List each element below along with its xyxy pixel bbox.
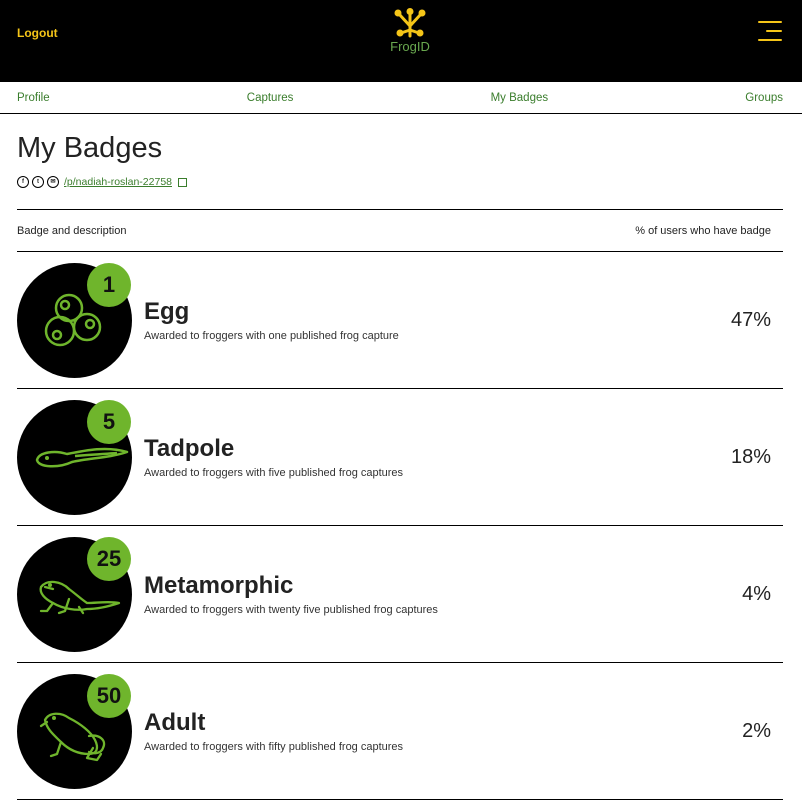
badge-description: Awarded to froggers with fifty published… xyxy=(144,741,404,753)
badge-name: Adult xyxy=(144,709,206,736)
nav-captures[interactable]: Captures xyxy=(247,92,294,104)
menu-icon[interactable] xyxy=(758,21,782,48)
badge-percent: 4% xyxy=(742,582,771,605)
top-bar: Logout FrogID xyxy=(0,0,802,82)
badge-description: Awarded to froggers with one published f… xyxy=(144,330,399,342)
badge-percent: 2% xyxy=(742,719,771,742)
logo-text: FrogID xyxy=(390,39,430,54)
badge-name: Tadpole xyxy=(144,435,235,462)
badge-egg: 1 xyxy=(17,262,132,378)
badge-metamorphic: 25 xyxy=(17,536,132,652)
nav-my-badges[interactable]: My Badges xyxy=(491,92,549,104)
nav-profile[interactable]: Profile xyxy=(17,92,50,104)
frogid-logo[interactable]: FrogID xyxy=(380,8,440,54)
badge-name: Metamorphic xyxy=(144,572,294,599)
badge-description: Awarded to froggers with five published … xyxy=(144,467,404,479)
badge-row: 50 Adult Awarded to froggers with fifty … xyxy=(17,663,783,800)
col-badge-header: Badge and description xyxy=(17,224,127,237)
badge-row: 25 Metamorphic Awarded to froggers with … xyxy=(17,526,783,663)
badge-count: 5 xyxy=(87,399,131,444)
badges-table-header: Badge and description % of users who hav… xyxy=(17,209,783,252)
main-content: My Badges f t ✉ /p/nadiah-roslan-22758 B… xyxy=(0,132,802,800)
profile-share-link[interactable]: /p/nadiah-roslan-22758 xyxy=(64,176,172,188)
badge-adult: 50 xyxy=(17,673,132,789)
badge-row: 5 Tadpole Awarded to froggers with five … xyxy=(17,389,783,526)
badge-description: Awarded to froggers with twenty five pub… xyxy=(144,604,438,616)
twitter-icon[interactable]: t xyxy=(32,176,44,188)
frog-foot-logo-icon xyxy=(394,8,426,38)
badge-count: 1 xyxy=(87,262,131,307)
badge-row: 1 Egg Awarded to froggers with one publi… xyxy=(17,252,783,389)
badge-tadpole: 5 xyxy=(17,399,132,515)
badge-percent: 18% xyxy=(730,445,771,468)
facebook-icon[interactable]: f xyxy=(17,176,29,188)
col-percent-header: % of users who have badge xyxy=(635,224,771,237)
badge-count: 25 xyxy=(87,536,131,581)
badge-count: 50 xyxy=(87,673,131,718)
sub-navigation: Profile Captures My Badges Groups xyxy=(0,82,802,114)
page-title: My Badges xyxy=(17,132,163,164)
share-row: f t ✉ /p/nadiah-roslan-22758 xyxy=(17,175,783,189)
email-icon[interactable]: ✉ xyxy=(47,176,59,188)
logout-link[interactable]: Logout xyxy=(17,26,58,40)
badge-percent: 47% xyxy=(730,308,771,331)
badge-name: Egg xyxy=(144,298,190,325)
nav-groups[interactable]: Groups xyxy=(745,92,783,104)
copy-icon[interactable] xyxy=(178,177,187,187)
